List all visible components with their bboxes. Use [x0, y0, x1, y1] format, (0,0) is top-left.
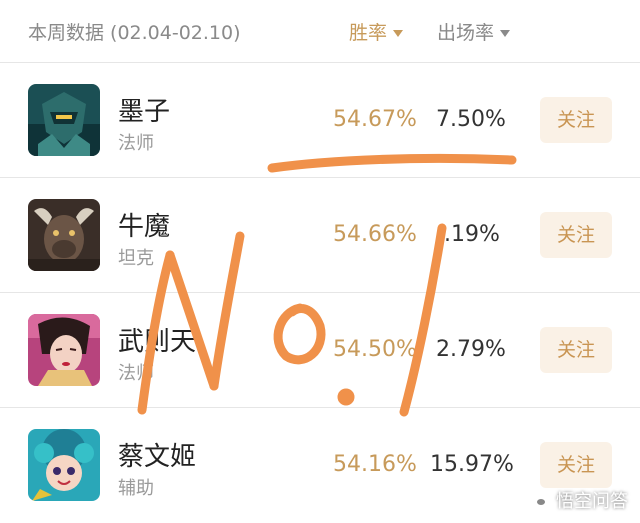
hero-avatar	[28, 429, 100, 501]
wukong-logo-icon	[530, 491, 552, 513]
hero-role: 辅助	[118, 478, 154, 499]
chevron-down-icon	[393, 30, 404, 37]
pick-rate: 2.79%	[436, 337, 506, 362]
hero-role: 法师	[118, 363, 154, 384]
follow-button[interactable]: 关注	[540, 212, 612, 258]
hero-avatar	[28, 199, 100, 271]
hero-name: 墨子	[118, 97, 171, 127]
hero-row[interactable]: 武则天 法师 54.50% 2.79% 关注	[0, 293, 640, 408]
hero-avatar	[28, 314, 100, 386]
hero-role: 坦克	[118, 248, 154, 269]
hero-role: 法师	[118, 133, 154, 154]
pick-rate: 15.97%	[430, 452, 514, 477]
win-rate: 54.16%	[333, 452, 417, 477]
sort-win-rate[interactable]: 胜率	[349, 18, 404, 45]
win-rate: 54.66%	[333, 222, 417, 247]
hero-row[interactable]: 牛魔 坦克 54.66% .19% 关注	[0, 178, 640, 293]
sort-pick-rate[interactable]: 出场率	[437, 18, 511, 45]
watermark: 悟空问答	[530, 487, 628, 513]
follow-button[interactable]: 关注	[540, 327, 612, 373]
hero-name: 牛魔	[118, 212, 171, 242]
header-bar: 本周数据 (02.04-02.10) 胜率 出场率	[0, 0, 640, 63]
hero-avatar	[28, 84, 100, 156]
hero-name: 武则天	[118, 327, 197, 357]
pick-rate: 7.50%	[436, 107, 506, 132]
hero-row[interactable]: 墨子 法师 54.67% 7.50% 关注	[0, 63, 640, 178]
follow-button[interactable]: 关注	[540, 97, 612, 143]
chevron-down-icon	[500, 30, 511, 37]
pick-rate: .19%	[444, 222, 500, 247]
win-rate: 54.50%	[333, 337, 417, 362]
hero-name: 蔡文姬	[118, 442, 197, 472]
page-title: 本周数据 (02.04-02.10)	[28, 22, 241, 44]
win-rate: 54.67%	[333, 107, 417, 132]
follow-button[interactable]: 关注	[540, 442, 612, 488]
